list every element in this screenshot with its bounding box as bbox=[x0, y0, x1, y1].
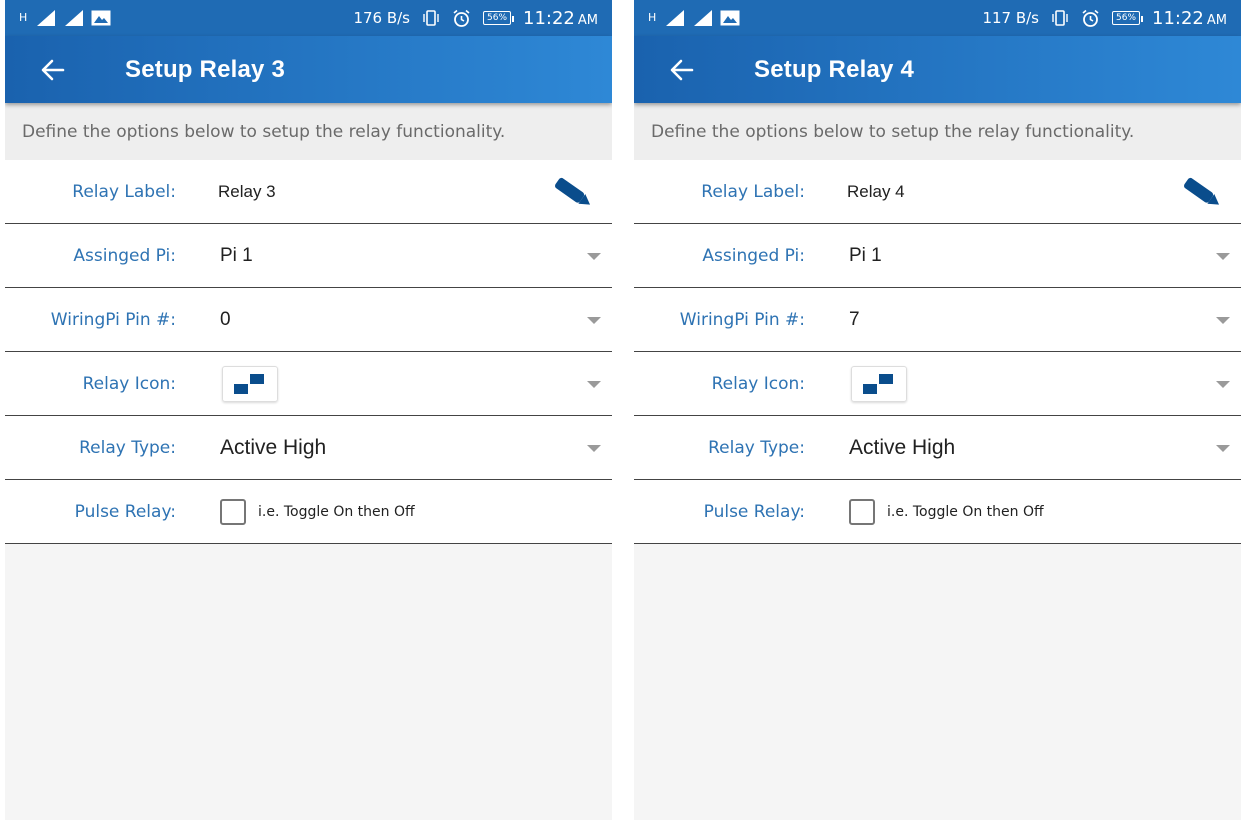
status-bar: H 117 B/s 56% 11:22 AM bbox=[634, 0, 1241, 36]
relay-type-dropdown[interactable]: Active High bbox=[220, 436, 326, 460]
pulse-relay-row: Pulse Relay: i.e. Toggle On then Off bbox=[634, 480, 1241, 544]
clock: 11:22 AM bbox=[1152, 7, 1227, 29]
network-speed: 176 B/s bbox=[353, 9, 410, 27]
relay-icon-label: Relay Icon: bbox=[82, 373, 176, 394]
relay-steps-icon bbox=[863, 373, 893, 394]
assigned-pi-row[interactable]: Assinged Pi: Pi 1 bbox=[634, 224, 1241, 288]
battery-icon: 56% bbox=[1112, 11, 1144, 25]
relay-type-dropdown[interactable]: Active High bbox=[849, 436, 955, 460]
relay-label-value[interactable]: Relay 3 bbox=[218, 182, 276, 202]
wiringpi-pin-dropdown[interactable]: 0 bbox=[220, 309, 231, 331]
wiringpi-pin-label: WiringPi Pin #: bbox=[50, 309, 176, 330]
relay-icon-dropdown[interactable] bbox=[851, 365, 907, 402]
wiringpi-pin-row[interactable]: WiringPi Pin #: 7 bbox=[634, 288, 1241, 352]
network-speed: 117 B/s bbox=[982, 9, 1039, 27]
pulse-relay-checkbox[interactable] bbox=[220, 498, 246, 525]
relay-type-label: Relay Type: bbox=[708, 437, 805, 458]
empty-area bbox=[634, 544, 1241, 820]
relay-label-row: Relay Label: Relay 4 bbox=[634, 160, 1241, 224]
signal-icon bbox=[666, 10, 685, 26]
relay-type-row[interactable]: Relay Type: Active High bbox=[5, 416, 612, 480]
app-toolbar: Setup Relay 3 bbox=[5, 36, 612, 103]
status-bar: H 176 B/s 56% 11:22 AM bbox=[5, 0, 612, 36]
app-toolbar: Setup Relay 4 bbox=[634, 36, 1241, 103]
relay-label-value[interactable]: Relay 4 bbox=[847, 182, 905, 202]
page-description: Define the options below to setup the re… bbox=[634, 103, 1241, 160]
wiringpi-pin-row[interactable]: WiringPi Pin #: 0 bbox=[5, 288, 612, 352]
pulse-relay-label: Pulse Relay: bbox=[703, 501, 805, 522]
pencil-icon[interactable] bbox=[548, 172, 596, 212]
signal-icon bbox=[37, 10, 56, 26]
vibrate-icon bbox=[423, 10, 439, 26]
network-type-indicator: H bbox=[648, 11, 657, 24]
relay-label-label: Relay Label: bbox=[701, 181, 805, 202]
page-description: Define the options below to setup the re… bbox=[5, 103, 612, 160]
chevron-down-icon[interactable] bbox=[1216, 380, 1230, 388]
relay-icon-dropdown[interactable] bbox=[222, 365, 278, 402]
back-button[interactable] bbox=[27, 44, 79, 96]
assigned-pi-label: Assinged Pi: bbox=[73, 245, 176, 266]
chevron-down-icon[interactable] bbox=[587, 316, 601, 324]
phone-screen-relay-4: H 117 B/s 56% 11:22 AM Setup Relay 4 Defi… bbox=[634, 0, 1241, 820]
chevron-down-icon[interactable] bbox=[1216, 316, 1230, 324]
assigned-pi-label: Assinged Pi: bbox=[702, 245, 805, 266]
alarm-icon bbox=[1082, 9, 1099, 27]
chevron-down-icon[interactable] bbox=[587, 252, 601, 260]
chevron-down-icon[interactable] bbox=[1216, 444, 1230, 452]
arrow-left-icon bbox=[41, 59, 65, 80]
pulse-relay-hint: i.e. Toggle On then Off bbox=[887, 503, 1044, 520]
pulse-relay-checkbox[interactable] bbox=[849, 498, 875, 525]
back-button[interactable] bbox=[656, 44, 708, 96]
relay-type-label: Relay Type: bbox=[79, 437, 176, 458]
relay-label-label: Relay Label: bbox=[72, 181, 176, 202]
relay-icon-row[interactable]: Relay Icon: bbox=[634, 352, 1241, 416]
signal-icon bbox=[65, 10, 84, 26]
wiringpi-pin-dropdown[interactable]: 7 bbox=[849, 309, 860, 331]
clock: 11:22 AM bbox=[523, 7, 598, 29]
wiringpi-pin-label: WiringPi Pin #: bbox=[679, 309, 805, 330]
chevron-down-icon[interactable] bbox=[587, 380, 601, 388]
signal-icon bbox=[694, 10, 713, 26]
relay-type-row[interactable]: Relay Type: Active High bbox=[634, 416, 1241, 480]
battery-icon: 56% bbox=[483, 11, 515, 25]
pulse-relay-row: Pulse Relay: i.e. Toggle On then Off bbox=[5, 480, 612, 544]
arrow-left-icon bbox=[670, 59, 694, 80]
vibrate-icon bbox=[1052, 10, 1068, 26]
pencil-icon[interactable] bbox=[1177, 172, 1225, 212]
image-icon bbox=[91, 10, 111, 26]
relay-label-row: Relay Label: Relay 3 bbox=[5, 160, 612, 224]
pulse-relay-label: Pulse Relay: bbox=[74, 501, 176, 522]
network-type-indicator: H bbox=[19, 11, 28, 24]
page-title: Setup Relay 3 bbox=[125, 55, 285, 83]
assigned-pi-row[interactable]: Assinged Pi: Pi 1 bbox=[5, 224, 612, 288]
image-icon bbox=[720, 10, 740, 26]
relay-icon-label: Relay Icon: bbox=[711, 373, 805, 394]
chevron-down-icon[interactable] bbox=[587, 444, 601, 452]
relay-steps-icon bbox=[234, 373, 264, 394]
empty-area bbox=[5, 544, 612, 820]
relay-icon-row[interactable]: Relay Icon: bbox=[5, 352, 612, 416]
alarm-icon bbox=[453, 9, 470, 27]
chevron-down-icon[interactable] bbox=[1216, 252, 1230, 260]
assigned-pi-dropdown[interactable]: Pi 1 bbox=[220, 245, 253, 267]
assigned-pi-dropdown[interactable]: Pi 1 bbox=[849, 245, 882, 267]
pulse-relay-hint: i.e. Toggle On then Off bbox=[258, 503, 415, 520]
page-title: Setup Relay 4 bbox=[754, 55, 914, 83]
phone-screen-relay-3: H 176 B/s 56% 11:22 AM Setup Relay 3 Defi… bbox=[5, 0, 612, 820]
